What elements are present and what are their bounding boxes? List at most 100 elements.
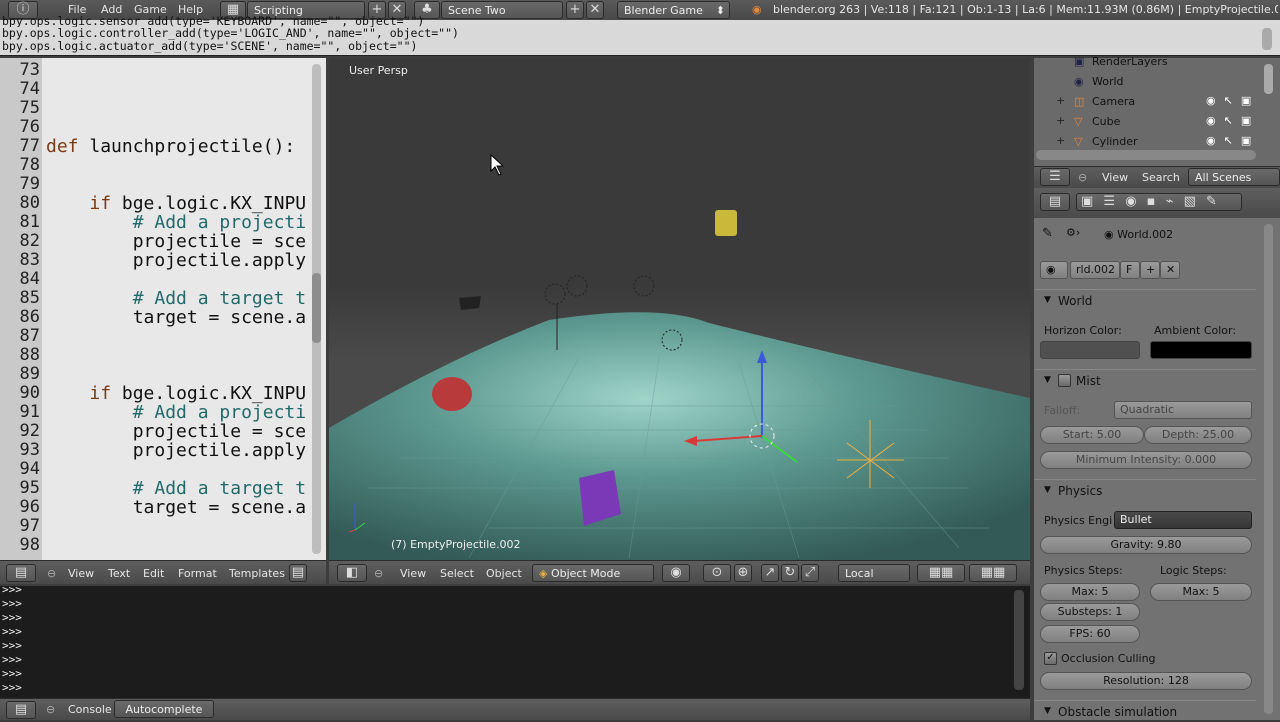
layers-icon[interactable]: ▦▦: [917, 564, 965, 582]
collapse-icon[interactable]: ⊖: [374, 567, 383, 580]
pin-icon[interactable]: ✎: [1042, 226, 1053, 241]
physics-panel-header[interactable]: ▼ Physics: [1034, 479, 1256, 501]
outliner-item[interactable]: ▽ Cube + ◉↖▣: [1034, 112, 1280, 132]
console-scrollbar[interactable]: [1014, 590, 1024, 690]
editor-type-icon[interactable]: ▤: [6, 564, 36, 582]
gravity-field[interactable]: Gravity: 9.80: [1040, 536, 1252, 554]
mist-depth-field[interactable]: Depth: 25.00: [1144, 426, 1252, 444]
layers-icon-2[interactable]: ▦▦: [969, 564, 1017, 582]
outliner[interactable]: ▣ RenderLayers ◉ World ◫ Camera + ◉↖▣ ▽ Cube + ◉↖▣ ▽…: [1034, 55, 1280, 166]
viewport-label: User Persp: [349, 64, 408, 77]
text-datablock-icon[interactable]: ▤: [289, 564, 307, 582]
expand-icon[interactable]: +: [1056, 134, 1065, 147]
physics-engine-dropdown[interactable]: Bullet: [1114, 511, 1252, 529]
mist-checkbox[interactable]: [1058, 374, 1071, 387]
autocomplete-button[interactable]: Autocomplete: [114, 700, 214, 718]
outliner-item[interactable]: ▣ RenderLayers: [1034, 52, 1280, 72]
outliner-header: ☰ ⊖ View Search All Scenes: [1034, 166, 1280, 188]
breadcrumb-label: World.002: [1117, 228, 1174, 241]
mist-start-field[interactable]: Start: 5.00: [1040, 426, 1144, 444]
menu-select[interactable]: Select: [440, 567, 474, 580]
properties-scrollbar[interactable]: [1264, 224, 1273, 714]
info-scrollbar[interactable]: [1262, 28, 1272, 50]
ambient-color-swatch[interactable]: [1150, 341, 1252, 359]
unlink-world-button[interactable]: ✕: [1160, 261, 1180, 279]
menu-format[interactable]: Format: [178, 567, 217, 580]
shading-icon[interactable]: ◉: [662, 564, 690, 582]
logic-steps-label: Logic Steps:: [1160, 564, 1227, 577]
menu-search[interactable]: Search: [1142, 171, 1180, 184]
collapse-icon[interactable]: ⊖: [46, 703, 55, 716]
code-line: projectile.apply: [46, 440, 307, 461]
editor-type-icon[interactable]: ☰: [1040, 168, 1070, 186]
physics-max-steps-field[interactable]: Max: 5: [1040, 583, 1140, 601]
text-editor[interactable]: 73 74 75 76 77 78 79 80 81 82 83 84 85 86 87 88 89 90 91 92…: [0, 58, 326, 562]
editor-type-icon[interactable]: ◧: [337, 564, 367, 582]
mode-dropdown[interactable]: ◈ Object Mode: [532, 564, 654, 582]
code-line: # Add a target t: [46, 288, 307, 309]
pivot-icon[interactable]: ⊙: [703, 564, 731, 582]
line-number: 86: [19, 307, 40, 327]
code-line: # Add a target t: [46, 478, 307, 499]
rotate-icon[interactable]: ↻: [781, 564, 799, 582]
substeps-field[interactable]: Substeps: 1: [1040, 603, 1140, 621]
editor-type-icon[interactable]: ▤: [6, 701, 36, 719]
world-browse-icon[interactable]: ◉: [1040, 261, 1068, 279]
world-panel-title: World: [1058, 294, 1093, 308]
line-number: 95: [19, 478, 40, 498]
editor-type-icon[interactable]: ▤: [1040, 193, 1070, 211]
console-menu[interactable]: Console: [68, 703, 112, 716]
falloff-label: Falloff:: [1044, 404, 1081, 417]
cube-mode-icon: ◈: [539, 567, 551, 580]
outliner-item-label: Cylinder: [1092, 135, 1138, 148]
scale-icon[interactable]: ⤢: [801, 564, 819, 582]
context-tabs[interactable]: ▣ ☰ ◉ ▪ ⌁ ▧ ✎: [1076, 193, 1242, 211]
menu-object[interactable]: Object: [486, 567, 522, 580]
visibility-icons[interactable]: ◉↖▣: [1206, 114, 1259, 127]
menu-edit[interactable]: Edit: [143, 567, 164, 580]
translate-icon[interactable]: ↗: [761, 564, 779, 582]
horizon-color-swatch[interactable]: [1040, 341, 1140, 359]
line-number: 78: [19, 155, 40, 175]
world-datablock-field[interactable]: rld.002: [1070, 261, 1120, 279]
visibility-icons[interactable]: ◉↖▣: [1206, 94, 1259, 107]
python-console[interactable]: >>> >>> >>> >>> >>> >>> >>> >>>: [0, 583, 1030, 698]
orientation-label: Local: [845, 567, 874, 580]
menu-view[interactable]: View: [68, 567, 94, 580]
occlusion-checkbox[interactable]: ✓: [1044, 652, 1057, 665]
occlusion-label: Occlusion Culling: [1061, 652, 1156, 665]
collapse-icon[interactable]: ⊖: [1078, 171, 1087, 184]
mist-panel-header[interactable]: ▼ Mist: [1034, 369, 1256, 391]
resolution-field[interactable]: Resolution: 128: [1040, 672, 1252, 690]
new-world-button[interactable]: +: [1140, 261, 1160, 279]
properties-editor[interactable]: ▤ ▣ ☰ ◉ ▪ ⌁ ▧ ✎ ✎ ⚙› ◉ World.002 ◉ rld.0…: [1034, 188, 1280, 720]
editor-scroll-thumb[interactable]: [312, 273, 321, 343]
line-number: 82: [19, 231, 40, 251]
expand-icon[interactable]: +: [1056, 94, 1065, 107]
expand-icon[interactable]: +: [1056, 114, 1065, 127]
active-object-label: (7) EmptyProjectile.002: [391, 538, 521, 551]
visibility-icons[interactable]: ◉↖▣: [1206, 134, 1259, 147]
orientation-dropdown[interactable]: Local: [838, 564, 910, 582]
outliner-item[interactable]: ▽ Cylinder + ◉↖▣: [1034, 132, 1280, 152]
collapse-icon[interactable]: ⊖: [47, 567, 56, 580]
menu-view[interactable]: View: [1102, 171, 1128, 184]
min-intensity-field[interactable]: Minimum Intensity: 0.000: [1040, 451, 1252, 469]
fps-field[interactable]: FPS: 60: [1040, 625, 1140, 643]
mode-label: Object Mode: [550, 567, 621, 580]
obstacle-panel-header[interactable]: ▼ Obstacle simulation: [1034, 700, 1256, 722]
falloff-dropdown[interactable]: Quadratic: [1114, 401, 1252, 419]
world-panel-header[interactable]: ▼ World: [1034, 289, 1256, 311]
menu-text[interactable]: Text: [108, 567, 130, 580]
fake-user-button[interactable]: F: [1120, 261, 1140, 279]
outliner-item[interactable]: ◉ World: [1034, 72, 1280, 92]
logic-max-steps-field[interactable]: Max: 5: [1150, 583, 1252, 601]
menu-templates[interactable]: Templates: [229, 567, 285, 580]
outliner-item[interactable]: ◫ Camera + ◉↖▣: [1034, 92, 1280, 112]
outliner-filter-dropdown[interactable]: All Scenes: [1188, 168, 1280, 186]
3d-viewport[interactable]: [329, 58, 1030, 560]
manipulator-icon[interactable]: ⊕: [734, 564, 752, 582]
code-line: def launchprojectile():: [46, 136, 296, 157]
horizon-color-label: Horizon Color:: [1044, 324, 1122, 337]
menu-view[interactable]: View: [400, 567, 426, 580]
